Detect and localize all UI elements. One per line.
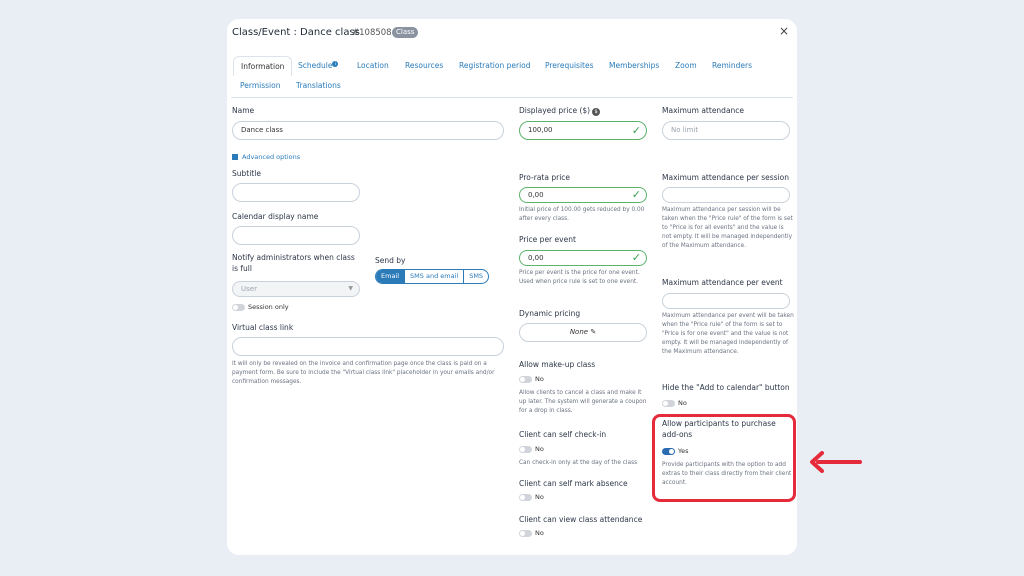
prorata-help: Initial price of 100.00 gets reduced by … — [519, 207, 645, 222]
prorata-input[interactable]: 0,00 ✓ — [519, 187, 647, 203]
tab-prerequisites[interactable]: Prerequisites — [545, 61, 594, 70]
notify-label: Notify administrators when class is full — [232, 253, 355, 273]
makeup-toggle-label: No — [535, 375, 544, 383]
price-input[interactable]: 100,00 ✓ — [519, 121, 647, 140]
tab-permission[interactable]: Permission — [240, 81, 280, 90]
send-by-segmented: Email SMS and email SMS — [375, 269, 490, 284]
per-event-label: Price per event — [519, 235, 576, 244]
attendance-label: Client can view class attendance — [519, 515, 643, 524]
close-icon[interactable]: × — [779, 24, 789, 38]
tab-location[interactable]: Location — [357, 61, 389, 70]
price-label-text: Displayed price ($) — [519, 106, 591, 115]
check-icon: ✓ — [631, 124, 641, 137]
class-badge: Class — [392, 27, 419, 38]
chevron-down-icon: ▼ — [348, 285, 353, 292]
subtitle-label: Subtitle — [232, 169, 261, 178]
highlight-box — [652, 414, 796, 502]
max-attendance-label: Maximum attendance — [662, 106, 745, 115]
checkin-help: Can check-in only at the day of the clas… — [519, 460, 638, 466]
max-session-label: Maximum attendance per session — [662, 173, 790, 182]
tab-schedule[interactable]: Schedule i — [298, 61, 339, 70]
calendar-name-label: Calendar display name — [232, 212, 319, 221]
arrow-left-icon — [810, 451, 862, 473]
session-only-toggle[interactable] — [232, 304, 245, 311]
dynamic-pricing-value: None — [569, 328, 589, 336]
check-icon: ✓ — [631, 188, 641, 201]
tab-reminders[interactable]: Reminders — [712, 61, 752, 70]
absence-label: Client can self mark absence — [519, 479, 628, 488]
send-by-sms-and-email[interactable]: SMS and email — [404, 270, 463, 283]
virtual-link-help: It will only be revealed on the invoice … — [232, 361, 495, 385]
makeup-help: Allow clients to cancel a class and make… — [519, 390, 647, 414]
makeup-toggle[interactable] — [519, 376, 532, 383]
max-session-help: Maximum attendance per session will be t… — [662, 207, 793, 249]
tab-bar: Information Schedule i Location Resources… — [231, 54, 793, 98]
max-event-help: Maximum attendance per event will be tak… — [662, 313, 794, 355]
tab-translations[interactable]: Translations — [296, 81, 341, 90]
checkin-toggle[interactable] — [519, 446, 532, 453]
max-attendance-input[interactable]: No limit — [662, 121, 790, 140]
virtual-link-input[interactable] — [232, 337, 504, 356]
virtual-link-label: Virtual class link — [232, 323, 294, 332]
max-attendance-placeholder: No limit — [671, 126, 699, 134]
modal-title: Class/Event : Dance class — [232, 27, 360, 38]
dollar-info-icon: $ — [592, 108, 601, 116]
max-session-input[interactable] — [662, 187, 790, 203]
dynamic-pricing-button[interactable]: None ✎ — [519, 323, 647, 342]
checkin-label: Client can self check-in — [519, 430, 607, 439]
tab-memberships[interactable]: Memberships — [609, 61, 659, 70]
absence-toggle-label: No — [535, 493, 544, 501]
tab-registration-period[interactable]: Registration period — [459, 61, 531, 70]
name-label: Name — [232, 106, 255, 115]
notify-user-placeholder: User — [241, 285, 257, 293]
hide-calendar-label: Hide the "Add to calendar" button — [662, 383, 790, 392]
attendance-toggle[interactable] — [519, 530, 532, 537]
checkin-toggle-label: No — [535, 445, 544, 453]
advanced-options-toggle[interactable]: Advanced options — [232, 153, 300, 161]
max-event-input[interactable] — [662, 293, 790, 309]
class-id: #108508 — [352, 28, 392, 38]
attendance-toggle-label: No — [535, 529, 544, 537]
absence-toggle[interactable] — [519, 494, 532, 501]
check-icon: ✓ — [631, 251, 641, 264]
subtitle-input[interactable] — [232, 183, 360, 202]
price-label: Displayed price ($) $ — [519, 106, 601, 116]
name-input[interactable]: Dance class — [232, 121, 504, 140]
tab-zoom[interactable]: Zoom — [675, 61, 697, 70]
per-event-help: Price per event is the price for one eve… — [519, 270, 640, 285]
info-icon: i — [332, 61, 339, 67]
notify-user-select[interactable]: User ▼ — [232, 281, 360, 297]
tab-resources[interactable]: Resources — [405, 61, 443, 70]
edit-icon: ✎ — [590, 328, 597, 336]
dynamic-pricing-label: Dynamic pricing — [519, 309, 581, 318]
session-only-label: Session only — [248, 303, 289, 311]
hide-calendar-toggle-label: No — [678, 399, 687, 407]
tab-information[interactable]: Information — [233, 56, 293, 76]
send-by-email[interactable]: Email — [376, 270, 405, 283]
per-event-value: 0,00 — [528, 254, 544, 262]
price-value: 100,00 — [528, 126, 553, 134]
max-event-label: Maximum attendance per event — [662, 278, 783, 287]
collapse-icon — [232, 154, 238, 160]
advanced-options-label: Advanced options — [242, 153, 301, 161]
makeup-label: Allow make-up class — [519, 360, 596, 369]
send-by-label: Send by — [375, 256, 406, 265]
hide-calendar-toggle[interactable] — [662, 400, 675, 407]
per-event-input[interactable]: 0,00 ✓ — [519, 250, 647, 266]
prorata-value: 0,00 — [528, 191, 544, 199]
prorata-label: Pro-rata price — [519, 173, 571, 182]
calendar-name-input[interactable] — [232, 226, 360, 245]
tab-schedule-label: Schedule — [298, 61, 333, 70]
send-by-sms[interactable]: SMS — [463, 270, 488, 283]
